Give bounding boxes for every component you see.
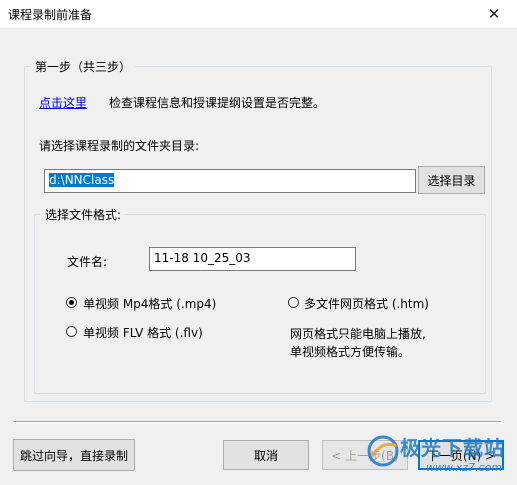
browse-folder-button[interactable]: 选择目录 [418, 166, 485, 194]
folder-prompt-label: 请选择课程录制的文件夹目录: [39, 139, 200, 153]
format-group-legend: 选择文件格式: [45, 208, 122, 222]
title-bar: 课程录制前准备 ✕ [0, 0, 517, 29]
htm-format-radio[interactable] [288, 297, 299, 308]
flv-format-radio[interactable] [66, 326, 77, 337]
close-icon[interactable]: ✕ [471, 0, 517, 28]
format-note-line-1: 网页格式只能电脑上播放, [290, 327, 426, 341]
filename-input[interactable]: 11-18 10_25_03 [149, 247, 356, 271]
mp4-format-radio[interactable] [66, 297, 77, 308]
flv-format-label[interactable]: 单视频 FLV 格式 (.flv) [83, 324, 203, 341]
step-group-legend: 第一步（共三步） [35, 60, 132, 74]
format-note-line-2: 单视频格式方便传输。 [290, 345, 411, 359]
filename-label: 文件名: [67, 255, 108, 269]
check-info-description: 检查课程信息和授课提纲设置是否完整。 [109, 96, 326, 110]
prev-step-button[interactable]: < 上一步(B) [322, 440, 408, 470]
check-info-link[interactable]: 点击这里 [39, 94, 87, 111]
mp4-format-label[interactable]: 单视频 Mp4格式 (.mp4) [83, 295, 216, 312]
folder-path-input[interactable]: d:\NNClass [44, 169, 416, 193]
skip-wizard-button[interactable]: 跳过向导，直接录制 [13, 439, 135, 471]
footer-divider [13, 421, 501, 423]
folder-path-value: d:\NNClass [49, 173, 115, 187]
htm-format-label[interactable]: 多文件网页格式 (.htm) [304, 295, 429, 312]
cancel-button[interactable]: 取消 [223, 440, 309, 470]
window-title: 课程录制前准备 [8, 8, 93, 22]
next-step-button[interactable]: 下一页(N) > [418, 440, 504, 470]
